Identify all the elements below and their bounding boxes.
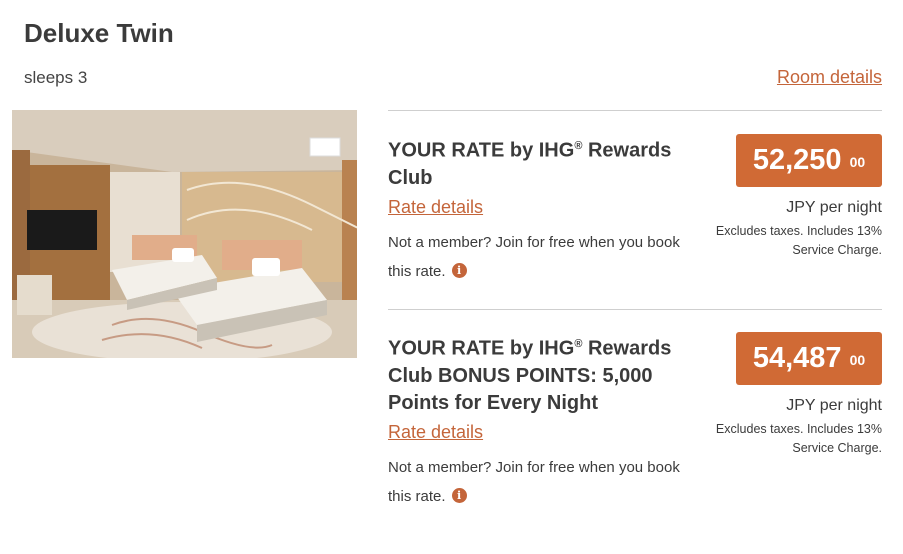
price-cents: 00	[849, 153, 866, 170]
price-button[interactable]: 54,487 00	[736, 332, 882, 385]
tax-note: Excludes taxes. Includes 13% Service Cha…	[715, 224, 882, 257]
rate-divider	[388, 110, 882, 111]
member-note: Not a member? Join for free when you boo…	[388, 459, 680, 505]
info-icon[interactable]: i	[451, 488, 467, 503]
rate-details-link[interactable]: Rate details	[388, 197, 483, 218]
price-cents: 00	[849, 351, 866, 368]
price-amount: 52,250	[752, 144, 842, 176]
rate-name: YOUR RATE by IHG® Rewards Club	[388, 139, 672, 189]
rate-divider	[388, 309, 882, 310]
room-title: Deluxe Twin	[24, 18, 174, 48]
price-amount: 54,487	[752, 342, 842, 374]
room-details-link[interactable]: Room details	[777, 67, 882, 88]
sleeps-count: sleeps 3	[24, 68, 88, 87]
price-button[interactable]: 52,250 00	[736, 134, 882, 187]
rate-details-link[interactable]: Rate details	[388, 422, 483, 443]
rate-name: YOUR RATE by IHG® Rewards Club BONUS POI…	[388, 337, 672, 414]
info-icon[interactable]: i	[451, 263, 467, 278]
room-photo-image	[12, 110, 357, 358]
member-note: Not a member? Join for free when you boo…	[388, 234, 680, 280]
per-night-label: JPY per night	[786, 199, 882, 216]
room-photo[interactable]	[12, 110, 357, 358]
tax-note: Excludes taxes. Includes 13% Service Cha…	[715, 422, 882, 455]
per-night-label: JPY per night	[786, 397, 882, 414]
